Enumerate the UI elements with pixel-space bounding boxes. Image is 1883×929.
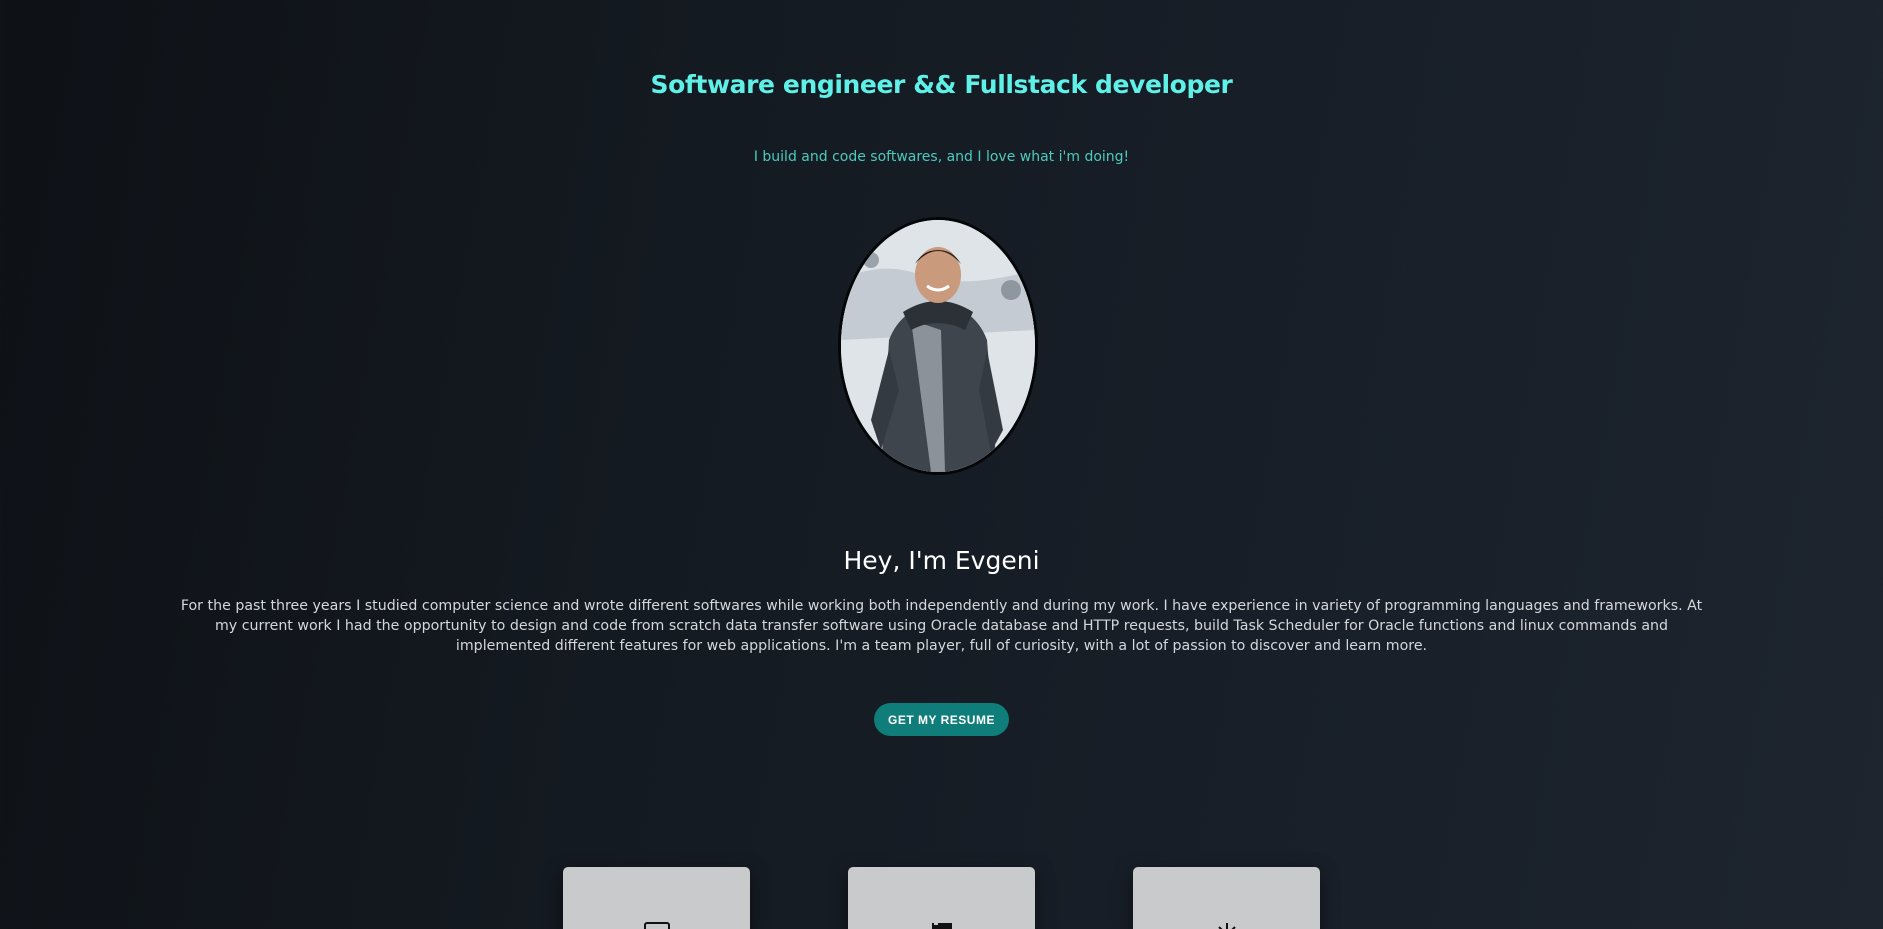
- avatar: [838, 217, 1038, 475]
- skill-card[interactable]: [1133, 867, 1320, 929]
- skill-card[interactable]: [848, 867, 1035, 929]
- hero-title: Software engineer && Fullstack developer: [650, 70, 1233, 99]
- hero-subtitle: I build and code softwares, and I love w…: [753, 149, 1130, 165]
- intro-heading: Hey, I'm Evgeni: [843, 546, 1040, 575]
- laptop-icon: [639, 919, 675, 929]
- skill-card[interactable]: [563, 867, 750, 929]
- sun-icon: [1209, 919, 1245, 929]
- intro-text: For the past three years I studied compu…: [180, 598, 1703, 654]
- code-file-icon: [924, 919, 960, 929]
- get-resume-button[interactable]: GET MY RESUME: [874, 703, 1009, 736]
- profile-photo: [841, 220, 1035, 472]
